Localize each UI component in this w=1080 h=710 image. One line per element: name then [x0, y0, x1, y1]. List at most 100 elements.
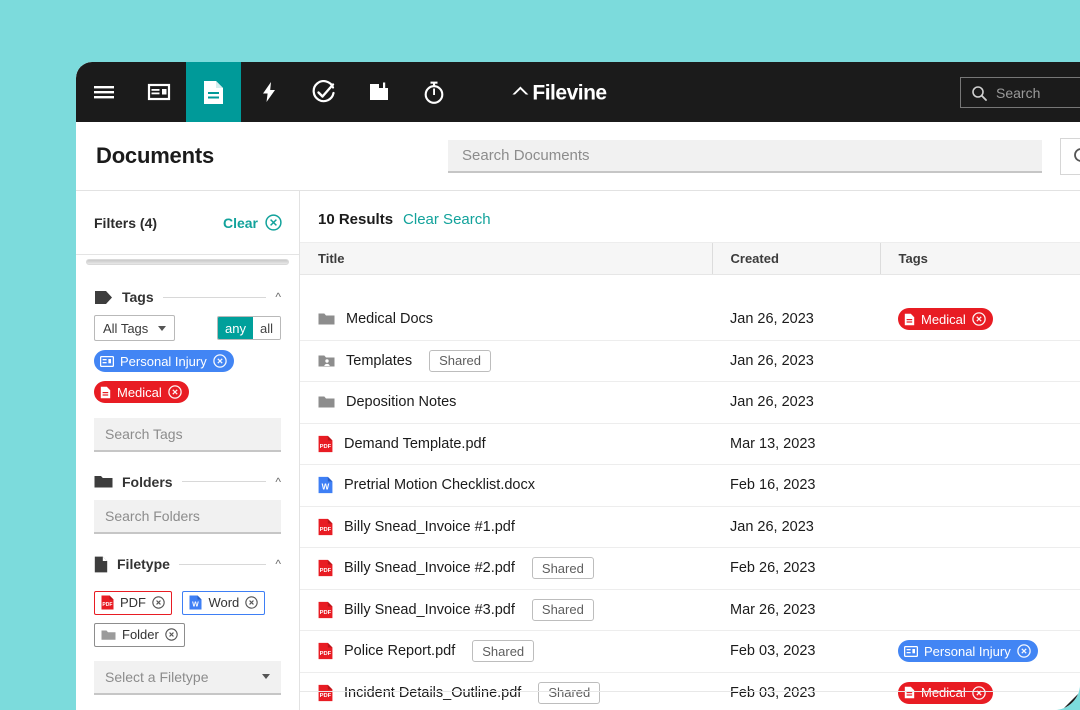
divider	[300, 691, 1080, 692]
filetype-chip-label: PDF	[120, 595, 146, 610]
remove-tag-icon[interactable]	[168, 385, 182, 399]
page-backdrop: Filevine Search Documents Search Documen…	[0, 0, 1080, 710]
tags-section-header[interactable]: Tags ^	[94, 289, 281, 305]
search-folders-placeholder: Search Folders	[105, 507, 200, 524]
column-header-tags[interactable]: Tags	[879, 242, 1080, 275]
briefcase-icon[interactable]	[351, 62, 406, 122]
document-title: Medical Docs	[346, 311, 434, 327]
search-tags-input[interactable]: Search Tags	[94, 417, 281, 452]
pdf-icon: PDF	[318, 643, 333, 660]
cell-tags	[880, 423, 1080, 465]
shared-badge: Shared	[472, 640, 535, 663]
search-documents-input[interactable]: Search Documents	[448, 140, 1042, 173]
document-icon	[100, 386, 111, 398]
table-row[interactable]: W Pretrial Motion Checklist.docx Feb 16,…	[300, 464, 1080, 507]
filter-section-tags: Tags ^ All Tags any all Personal Injury …	[76, 289, 299, 452]
table-row[interactable]: PDF Demand Template.pdf Mar 13, 2023	[300, 423, 1080, 465]
filetype-chip-word[interactable]: W Word	[182, 590, 266, 615]
row-tag-medical[interactable]: Medical	[898, 308, 993, 330]
chevron-up-icon[interactable]: ^	[275, 475, 281, 489]
chevron-up-icon[interactable]: ^	[275, 557, 281, 571]
row-tag-personal-injury[interactable]: Personal Injury	[898, 640, 1038, 663]
sidebar-scrollbar[interactable]	[76, 255, 299, 267]
folders-section-header[interactable]: Folders ^	[94, 474, 281, 490]
global-search-input[interactable]: Search	[960, 77, 1080, 108]
remove-tag-icon[interactable]	[1016, 644, 1031, 658]
document-title: Billy Snead_Invoice #1.pdf	[344, 518, 515, 535]
table-row[interactable]: PDF Billy Snead_Invoice #2.pdf Shared Fe…	[300, 547, 1080, 590]
table-row[interactable]: PDF Police Report.pdf Shared Feb 03, 202…	[300, 630, 1080, 673]
cell-tags	[880, 589, 1080, 631]
search-folders-input[interactable]: Search Folders	[94, 499, 281, 534]
select-filetype-dropdown[interactable]: Select a Filetype	[94, 660, 281, 695]
filetype-chip-label: Word	[208, 595, 240, 610]
filetype-chip-folder[interactable]: Folder	[94, 622, 185, 647]
filetype-chip-pdf[interactable]: PDF PDF	[94, 590, 172, 615]
filetype-section-header[interactable]: Filetype ^	[94, 556, 281, 573]
remove-filetype-icon[interactable]	[152, 596, 165, 609]
remove-tag-icon[interactable]	[972, 312, 986, 326]
table-row[interactable]: Medical Docs Jan 26, 2023 Medical	[300, 298, 1080, 341]
svg-text:PDF: PDF	[320, 568, 332, 574]
cell-title: PDF Billy Snead_Invoice #2.pdf Shared	[300, 547, 712, 590]
cell-tags	[880, 506, 1080, 548]
row-tag-medical[interactable]: Medical	[898, 681, 993, 704]
table-row[interactable]: Deposition Notes Jan 26, 2023	[300, 381, 1080, 424]
filetype-chips: PDF PDF W Word Folder	[94, 583, 281, 647]
tag-chip-personal-injury[interactable]: Personal Injury	[94, 350, 234, 372]
tag-chip-label: Personal Injury	[120, 353, 207, 369]
search-submit-button[interactable]	[1060, 138, 1080, 175]
brand-logo: Filevine	[509, 81, 607, 104]
clear-search-button[interactable]: Clear Search	[403, 211, 491, 228]
cell-created: Jan 26, 2023	[712, 340, 880, 382]
cell-created: Mar 26, 2023	[712, 589, 880, 631]
filter-section-filetype: Filetype ^ PDF PDF W Word Folder Select …	[76, 556, 299, 695]
menu-icon[interactable]	[76, 62, 131, 122]
cell-title: Medical Docs	[300, 298, 712, 341]
document-title: Billy Snead_Invoice #3.pdf	[344, 601, 515, 618]
toggle-all[interactable]: all	[252, 317, 280, 339]
resize-handle[interactable]	[1062, 692, 1080, 710]
column-header-created[interactable]: Created	[711, 242, 880, 275]
documents-icon[interactable]	[186, 62, 241, 122]
cell-created: Jan 26, 2023	[712, 506, 880, 548]
any-all-toggle[interactable]: any all	[217, 316, 281, 340]
shared-folder-icon	[318, 355, 335, 367]
remove-tag-icon[interactable]	[972, 686, 986, 700]
dashboard-icon[interactable]	[131, 62, 186, 122]
chevron-up-icon[interactable]: ^	[275, 290, 281, 304]
filetype-section-label: Filetype	[117, 556, 170, 572]
toggle-any[interactable]: any	[218, 317, 253, 339]
close-circle-icon	[265, 214, 282, 231]
table-spacer	[300, 275, 1080, 299]
folder-icon	[94, 476, 113, 488]
tag-chip-medical[interactable]: Medical	[94, 381, 189, 403]
column-header-title[interactable]: Title	[300, 242, 712, 275]
table-row[interactable]: PDF Billy Snead_Invoice #1.pdf Jan 26, 2…	[300, 506, 1080, 548]
shared-badge: Shared	[429, 349, 492, 372]
search-documents-placeholder: Search Documents	[462, 147, 590, 164]
remove-tag-icon[interactable]	[212, 354, 227, 368]
folders-section-label: Folders	[122, 473, 173, 490]
page-header: Documents Search Documents	[76, 122, 1080, 191]
results-count: 10 Results	[318, 211, 394, 228]
clear-filters-button[interactable]: Clear	[223, 214, 282, 231]
table-row[interactable]: PDF Billy Snead_Invoice #3.pdf Shared Ma…	[300, 589, 1080, 631]
search-icon	[972, 85, 987, 101]
pdf-icon: PDF	[318, 601, 333, 618]
cell-created: Jan 26, 2023	[712, 381, 880, 424]
remove-filetype-icon[interactable]	[245, 596, 259, 609]
tasks-icon[interactable]	[296, 62, 351, 122]
cell-title: W Pretrial Motion Checklist.docx	[300, 464, 712, 507]
cell-title: Templates Shared	[300, 340, 712, 382]
documents-table-body: Medical Docs Jan 26, 2023 Medical Templa…	[300, 275, 1080, 710]
table-row[interactable]: Templates Shared Jan 26, 2023	[300, 340, 1080, 382]
timer-icon[interactable]	[406, 62, 461, 122]
all-tags-select[interactable]: All Tags	[94, 315, 176, 341]
cell-tags: Medical	[880, 298, 1080, 341]
activity-icon[interactable]	[241, 62, 296, 122]
filters-header: Filters (4) Clear	[76, 191, 299, 255]
pdf-icon: PDF	[101, 595, 114, 610]
remove-filetype-icon[interactable]	[165, 628, 178, 641]
file-icon	[94, 556, 108, 572]
